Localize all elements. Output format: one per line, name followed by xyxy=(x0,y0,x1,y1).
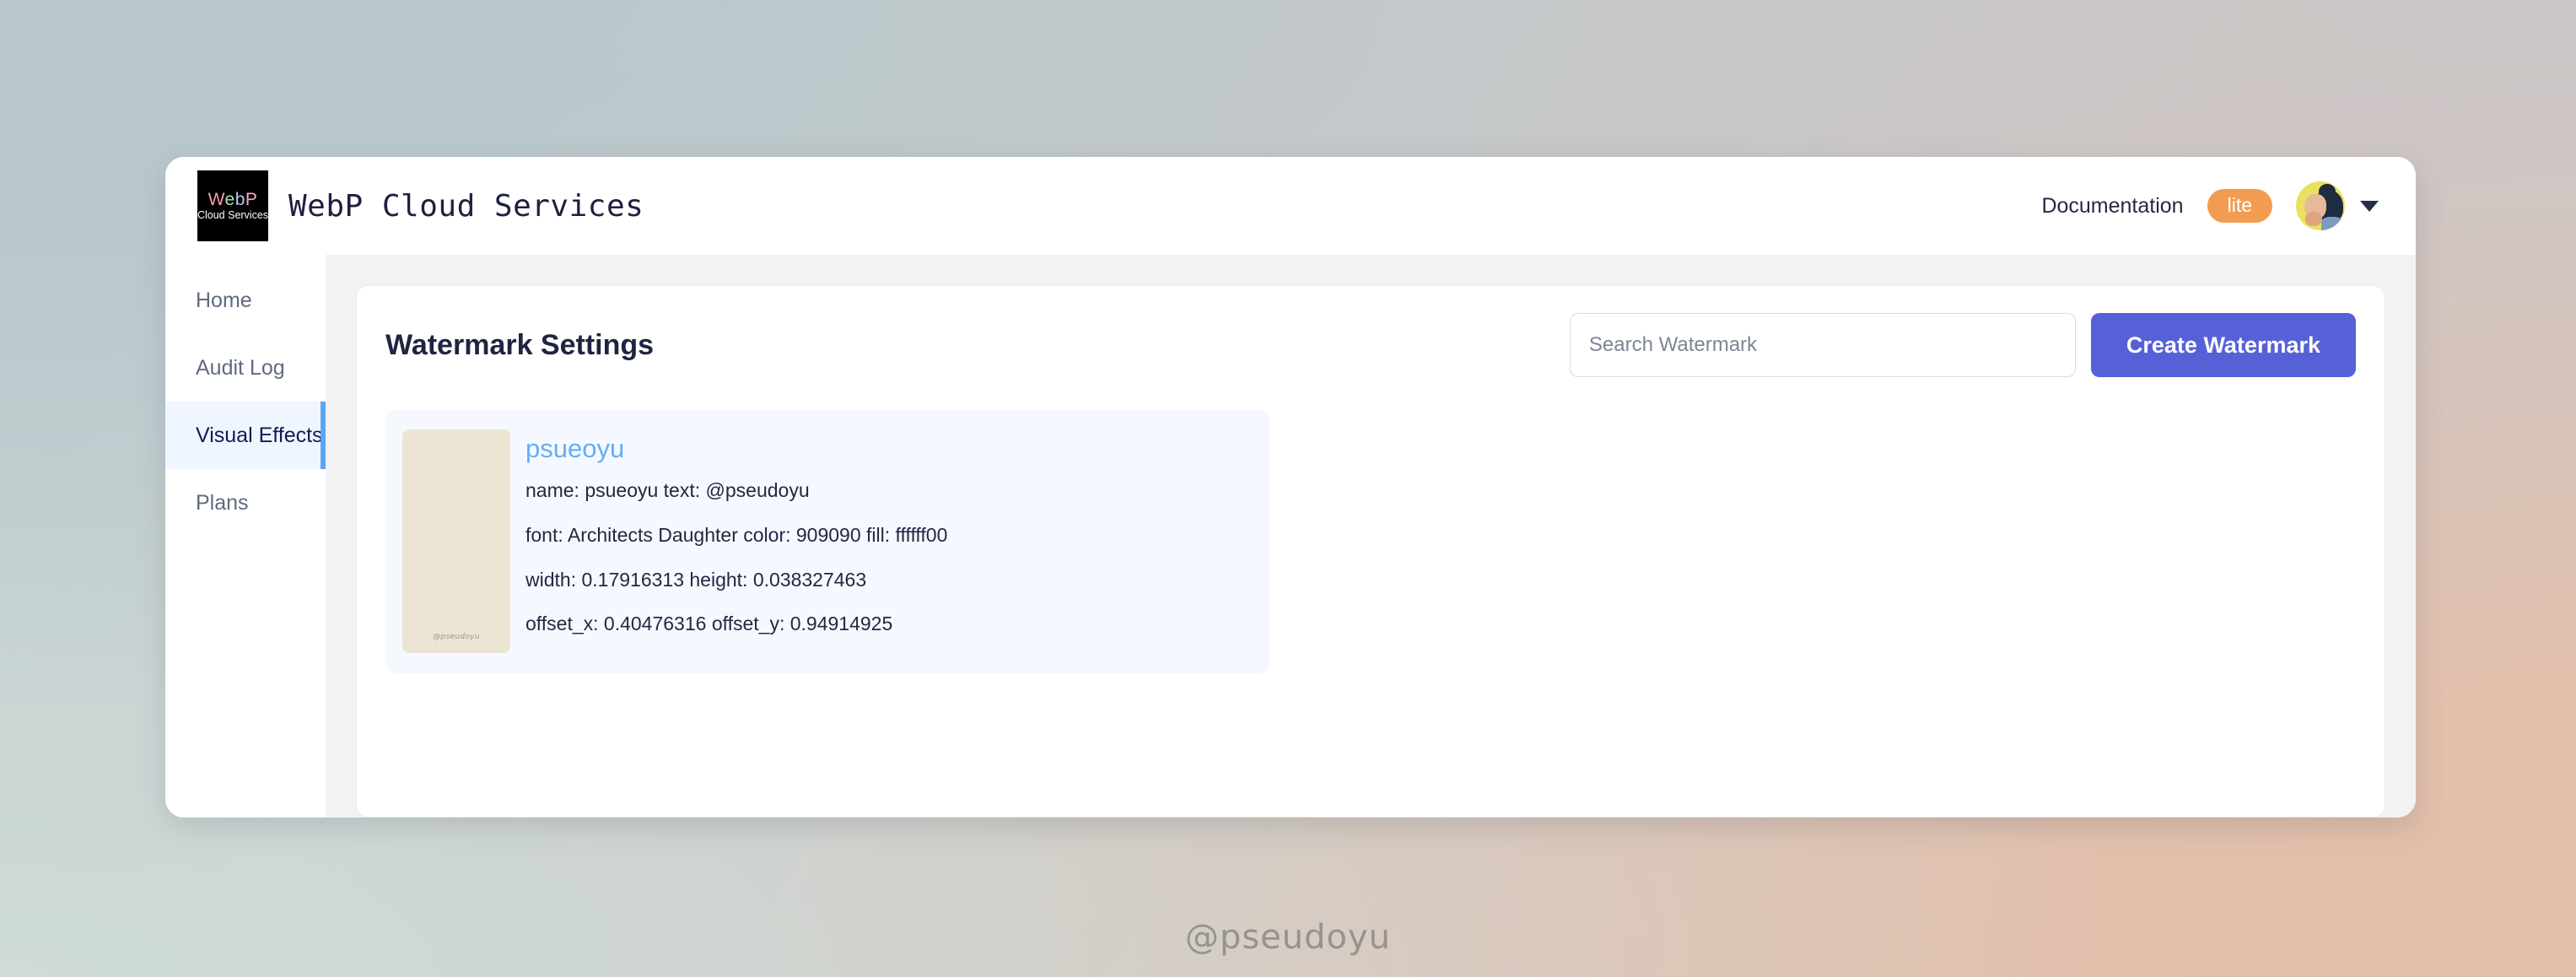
toolbar-actions: Create Watermark xyxy=(1569,313,2356,377)
watermark-line-identity: name: psueoyu text: @pseudoyu xyxy=(525,479,810,502)
create-watermark-button[interactable]: Create Watermark xyxy=(2090,313,2356,377)
list-item[interactable]: @pseudoyu psueoyu name: psueoyu text: @p… xyxy=(385,409,1269,673)
watermark-line-style: font: Architects Daughter color: 909090 … xyxy=(525,523,948,546)
avatar[interactable] xyxy=(2296,181,2345,230)
header-actions: Documentation lite xyxy=(2041,181,2379,230)
page-title: Watermark Settings xyxy=(385,328,655,361)
watermark-settings-card: Watermark Settings Create Watermark @pse… xyxy=(356,285,2385,818)
app-title: WebP Cloud Services xyxy=(288,188,644,224)
documentation-link[interactable]: Documentation xyxy=(2041,194,2183,219)
watermark-thumbnail[interactable]: @pseudoyu xyxy=(402,429,510,653)
app-window: WebP Cloud Services WebP Cloud Services … xyxy=(165,157,2416,818)
webp-logo-icon: WebP Cloud Services xyxy=(197,170,268,241)
watermark-list: @pseudoyu psueoyu name: psueoyu text: @p… xyxy=(385,409,2356,673)
app-header: WebP Cloud Services WebP Cloud Services … xyxy=(165,157,2416,255)
sidebar-item-audit-log[interactable]: Audit Log xyxy=(165,334,326,402)
logo-letter-e: e xyxy=(224,190,235,210)
sidebar-item-visual-effects[interactable]: Visual Effects xyxy=(165,402,326,469)
card-toolbar: Watermark Settings Create Watermark xyxy=(385,313,2356,377)
sidebar-item-label: Visual Effects xyxy=(196,423,323,447)
avatar-hand xyxy=(2305,212,2322,226)
logo-letter-b: b xyxy=(234,190,245,210)
sidebar-item-home[interactable]: Home xyxy=(165,267,326,334)
logo-wordmark: WebP xyxy=(208,191,258,208)
logo-letter-p: P xyxy=(245,190,258,210)
brand[interactable]: WebP Cloud Services WebP Cloud Services xyxy=(197,170,644,241)
sidebar-item-plans[interactable]: Plans xyxy=(165,469,326,537)
watermark-line-offset: offset_x: 0.40476316 offset_y: 0.9491492… xyxy=(525,613,893,635)
avatar-shoulder xyxy=(2321,217,2343,230)
watermark-name-link[interactable]: psueoyu xyxy=(525,434,947,463)
sidebar-item-label: Audit Log xyxy=(196,355,285,380)
sidebar-item-label: Plans xyxy=(196,490,249,515)
search-input[interactable] xyxy=(1569,313,2076,377)
logo-letter-w: W xyxy=(207,190,225,210)
page-watermark: @pseudoyu xyxy=(1184,918,1392,957)
sidebar-item-label: Home xyxy=(196,288,252,312)
app-body: Home Audit Log Visual Effects Plans Wate… xyxy=(165,255,2416,818)
sidebar: Home Audit Log Visual Effects Plans xyxy=(165,255,326,818)
content-area: Watermark Settings Create Watermark @pse… xyxy=(326,255,2416,818)
account-menu[interactable] xyxy=(2296,181,2379,230)
chevron-down-icon[interactable] xyxy=(2360,200,2379,212)
thumbnail-watermark-text: @pseudoyu xyxy=(433,633,480,641)
watermark-line-size: width: 0.17916313 height: 0.038327463 xyxy=(525,568,867,591)
plan-badge[interactable]: lite xyxy=(2207,189,2272,223)
logo-subtitle: Cloud Services xyxy=(197,209,269,222)
watermark-details: psueoyu name: psueoyu text: @pseudoyu fo… xyxy=(525,429,947,636)
